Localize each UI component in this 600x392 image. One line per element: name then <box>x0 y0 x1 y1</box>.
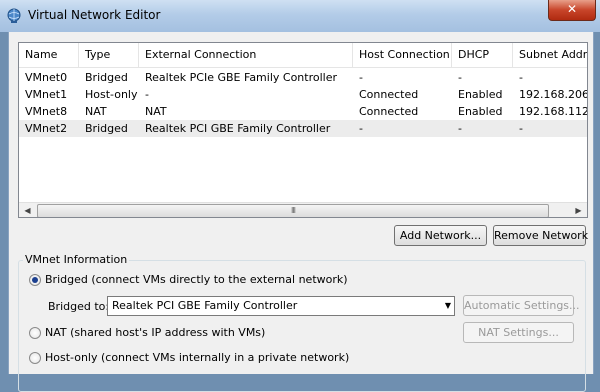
cell-name: VMnet1 <box>25 88 68 101</box>
cell-type: NAT <box>85 105 107 118</box>
window-title: Virtual Network Editor <box>28 8 161 22</box>
host-only-radio-label[interactable]: Host-only (connect VMs internally in a p… <box>45 351 349 364</box>
cell-subnet-address: 192.168.206. <box>519 88 587 101</box>
automatic-settings-button[interactable]: Automatic Settings... <box>463 295 580 316</box>
nat-radio[interactable] <box>29 327 41 339</box>
scroll-left-icon[interactable]: ◀ <box>20 203 35 217</box>
cell-dhcp: Enabled <box>458 88 503 101</box>
chevron-down-icon: ▼ <box>444 301 451 310</box>
close-button[interactable]: ✕ <box>548 0 596 21</box>
scroll-thumb[interactable]: III <box>37 204 549 217</box>
column-header-dhcp[interactable]: DHCP <box>452 43 513 67</box>
cell-name: VMnet2 <box>25 122 68 135</box>
cell-host-connection: Connected <box>359 88 419 101</box>
network-globe-icon <box>7 8 21 23</box>
bridged-radio-label[interactable]: Bridged (connect VMs directly to the ext… <box>45 273 348 286</box>
add-network-button[interactable]: Add Network... <box>394 225 487 246</box>
cell-type: Bridged <box>85 71 128 84</box>
table-row[interactable]: VMnet0 Bridged Realtek PCIe GBE Family C… <box>19 69 587 86</box>
remove-network-button[interactable]: Remove Network <box>493 225 588 246</box>
column-header-subnet-address[interactable]: Subnet Addre <box>513 43 587 67</box>
column-header-host-connection[interactable]: Host Connection <box>353 43 452 67</box>
cell-type: Bridged <box>85 122 128 135</box>
cell-name: VMnet0 <box>25 71 68 84</box>
scroll-right-icon[interactable]: ▶ <box>571 203 586 217</box>
nat-settings-button[interactable]: NAT Settings... <box>463 322 574 343</box>
scroll-grip-icon: III <box>290 206 296 215</box>
cell-host-connection: - <box>359 71 363 84</box>
dialog-client-area: Name Type External Connection Host Conne… <box>8 32 594 392</box>
cell-external-connection: Realtek PCIe GBE Family Controller <box>145 71 338 84</box>
cell-name: VMnet8 <box>25 105 68 118</box>
cell-host-connection: Connected <box>359 105 419 118</box>
radio-selected-dot <box>32 277 38 283</box>
host-only-radio[interactable] <box>29 352 41 364</box>
table-row[interactable]: VMnet1 Host-only - Connected Enabled 192… <box>19 86 587 103</box>
bridged-to-value: Realtek PCI GBE Family Controller <box>112 299 298 312</box>
cell-subnet-address: - <box>519 122 523 135</box>
horizontal-scrollbar[interactable]: ◀ III ▶ <box>19 202 587 217</box>
column-header-name[interactable]: Name <box>19 43 79 67</box>
column-header-external-connection[interactable]: External Connection <box>139 43 353 67</box>
cell-dhcp: - <box>458 122 462 135</box>
cell-external-connection: Realtek PCI GBE Family Controller <box>145 122 331 135</box>
table-row[interactable]: VMnet8 NAT NAT Connected Enabled 192.168… <box>19 103 587 120</box>
cell-dhcp: - <box>458 71 462 84</box>
cell-external-connection: - <box>145 88 149 101</box>
cell-type: Host-only <box>85 88 138 101</box>
bridged-radio[interactable] <box>29 274 41 286</box>
column-header-type[interactable]: Type <box>79 43 139 67</box>
nat-radio-label[interactable]: NAT (shared host's IP address with VMs) <box>45 326 265 339</box>
list-header: Name Type External Connection Host Conne… <box>19 43 587 68</box>
virtual-network-editor-window: Virtual Network Editor ✕ Name Type Exter… <box>0 0 600 392</box>
bridged-to-label: Bridged to: <box>48 300 110 313</box>
cell-subnet-address: - <box>519 71 523 84</box>
cell-dhcp: Enabled <box>458 105 503 118</box>
cell-host-connection: - <box>359 122 363 135</box>
close-icon: ✕ <box>566 2 578 16</box>
cell-subnet-address: 192.168.112. <box>519 105 587 118</box>
title-bar: Virtual Network Editor ✕ <box>0 0 600 32</box>
vmnet-list[interactable]: Name Type External Connection Host Conne… <box>18 42 588 218</box>
cell-external-connection: NAT <box>145 105 167 118</box>
vmnet-information-title: VMnet Information <box>23 253 130 266</box>
bridged-to-select[interactable]: Realtek PCI GBE Family Controller ▼ <box>107 296 455 316</box>
table-row-selected[interactable]: VMnet2 Bridged Realtek PCI GBE Family Co… <box>19 120 587 137</box>
